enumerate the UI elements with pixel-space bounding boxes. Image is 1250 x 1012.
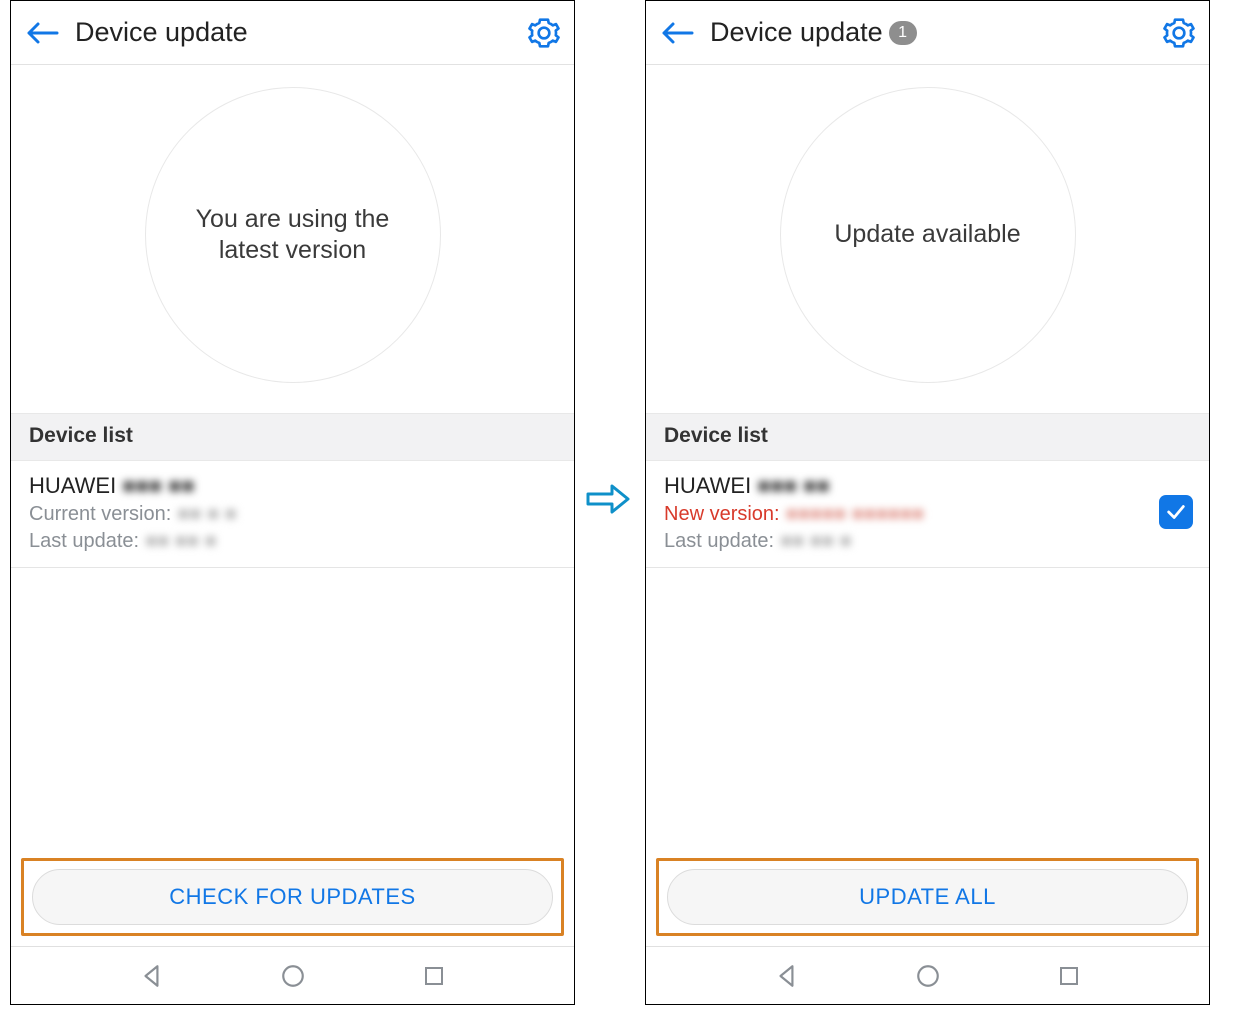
row-value-redacted: ■■ ■■ ■ bbox=[145, 530, 217, 553]
nav-recent-icon[interactable] bbox=[1057, 964, 1081, 988]
check-for-updates-button[interactable]: CHECK FOR UPDATES bbox=[32, 869, 553, 925]
status-circle: You are using the latest version bbox=[145, 87, 441, 383]
row-label: Last update: bbox=[29, 530, 139, 553]
update-all-button[interactable]: UPDATE ALL bbox=[667, 869, 1188, 925]
page-title: Device update bbox=[710, 17, 883, 48]
android-nav-bar bbox=[646, 946, 1209, 1004]
app-bar: Device update bbox=[11, 1, 574, 65]
status-area: Update available bbox=[646, 65, 1209, 413]
row-label: Current version: bbox=[29, 503, 171, 526]
nav-home-icon[interactable] bbox=[280, 963, 306, 989]
device-list-item[interactable]: HUAWEI ■■■ ■■ New version: ■■■■■ ■■■■■■ … bbox=[646, 461, 1209, 568]
device-name-text: HUAWEI bbox=[664, 473, 751, 499]
device-name-redacted: ■■■ ■■ bbox=[757, 473, 830, 499]
settings-gear-icon[interactable] bbox=[528, 17, 560, 49]
android-nav-bar bbox=[11, 946, 574, 1004]
device-row-last-update: Last update: ■■ ■■ ■ bbox=[664, 530, 1191, 553]
nav-recent-icon[interactable] bbox=[422, 964, 446, 988]
select-device-checkbox[interactable] bbox=[1159, 495, 1193, 529]
device-list-heading: Device list bbox=[646, 413, 1209, 461]
status-area: You are using the latest version bbox=[11, 65, 574, 413]
device-list-heading: Device list bbox=[11, 413, 574, 461]
settings-gear-icon[interactable] bbox=[1163, 17, 1195, 49]
nav-back-icon[interactable] bbox=[774, 963, 800, 989]
tutorial-highlight: UPDATE ALL bbox=[656, 858, 1199, 936]
status-circle: Update available bbox=[780, 87, 1076, 383]
nav-home-icon[interactable] bbox=[915, 963, 941, 989]
row-label: New version: bbox=[664, 503, 780, 526]
page-title: Device update bbox=[75, 17, 248, 48]
screen-right: Device update 1 Update available Device … bbox=[645, 0, 1210, 1005]
device-name: HUAWEI ■■■ ■■ bbox=[29, 473, 556, 499]
app-bar: Device update 1 bbox=[646, 1, 1209, 65]
device-name-redacted: ■■■ ■■ bbox=[122, 473, 195, 499]
row-value-redacted: ■■■■■ ■■■■■■ bbox=[786, 503, 924, 526]
bottom-area: UPDATE ALL bbox=[646, 846, 1209, 946]
screen-left: Device update You are using the latest v… bbox=[10, 0, 575, 1005]
nav-back-icon[interactable] bbox=[139, 963, 165, 989]
device-row-last-update: Last update: ■■ ■■ ■ bbox=[29, 530, 556, 553]
row-value-redacted: ■■ ■■ ■ bbox=[780, 530, 852, 553]
status-text: You are using the latest version bbox=[176, 204, 410, 267]
device-list-item[interactable]: HUAWEI ■■■ ■■ Current version: ■■ ■ ■ La… bbox=[11, 461, 574, 568]
device-name-text: HUAWEI bbox=[29, 473, 116, 499]
device-row-new-version: New version: ■■■■■ ■■■■■■ bbox=[664, 503, 1191, 526]
bottom-area: CHECK FOR UPDATES bbox=[11, 846, 574, 946]
device-row-current-version: Current version: ■■ ■ ■ bbox=[29, 503, 556, 526]
status-text: Update available bbox=[834, 219, 1020, 250]
transition-arrow-icon bbox=[586, 480, 630, 518]
update-count-badge: 1 bbox=[889, 21, 917, 45]
back-icon[interactable] bbox=[660, 19, 694, 47]
device-name: HUAWEI ■■■ ■■ bbox=[664, 473, 1191, 499]
row-value-redacted: ■■ ■ ■ bbox=[177, 503, 236, 526]
row-label: Last update: bbox=[664, 530, 774, 553]
tutorial-highlight: CHECK FOR UPDATES bbox=[21, 858, 564, 936]
back-icon[interactable] bbox=[25, 19, 59, 47]
